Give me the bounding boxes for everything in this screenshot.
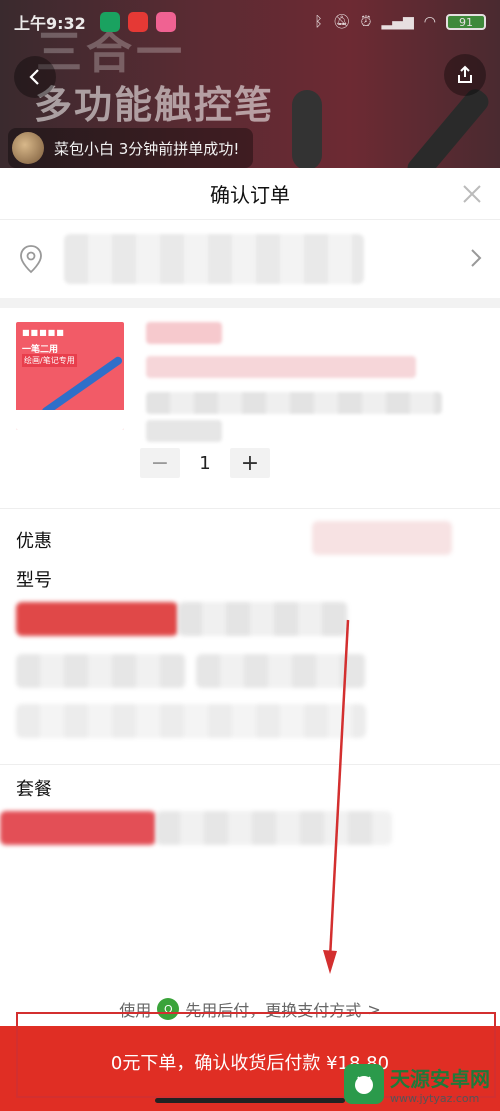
section-divider bbox=[0, 298, 500, 308]
back-button[interactable] bbox=[14, 56, 56, 98]
chevron-right-icon bbox=[471, 249, 482, 267]
battery-icon: 91 bbox=[446, 14, 486, 30]
product-extra-redacted bbox=[146, 420, 222, 442]
quantity-stepper: − 1 + bbox=[140, 448, 270, 478]
status-time: 上午9:32 bbox=[14, 14, 86, 33]
discount-redacted bbox=[312, 521, 452, 555]
notice-text: 菜包小白 3分钟前拼单成功! bbox=[54, 139, 240, 158]
mute-icon: 🔕︎ bbox=[332, 14, 351, 30]
discount-label: 优惠 bbox=[16, 531, 52, 552]
package-label: 套餐 bbox=[16, 779, 52, 800]
model-section: 型号 bbox=[0, 566, 500, 764]
chevron-left-icon bbox=[29, 69, 39, 85]
status-system-icons: ᛒ 🔕︎ ⏰︎ ▂▄▆ ◠ 91 bbox=[314, 14, 486, 30]
discount-row[interactable]: 优惠 bbox=[0, 508, 500, 566]
order-confirm-sheet: 确认订单 ■■■■■ 一笔二用 绘画/笔记专用 − 1 + 优惠 型号 套餐 使… bbox=[0, 168, 500, 1111]
share-button[interactable] bbox=[444, 54, 486, 96]
thumb-caption-2: 绘画/笔记专用 bbox=[22, 354, 77, 367]
product-name-redacted bbox=[146, 356, 416, 378]
model-option[interactable] bbox=[16, 654, 186, 688]
app-notification-icon bbox=[127, 12, 148, 32]
status-bar: 上午9:32 ᛒ 🔕︎ ⏰︎ ▂▄▆ ◠ 91 bbox=[0, 0, 500, 44]
site-watermark: 天源安卓网 www.jytyaz.com bbox=[344, 1063, 490, 1105]
watermark-logo-icon bbox=[344, 1064, 384, 1104]
decrease-button[interactable]: − bbox=[140, 448, 180, 478]
avatar bbox=[12, 132, 44, 164]
annotation-arrow bbox=[323, 619, 350, 974]
product-spec-redacted bbox=[146, 392, 442, 414]
location-pin-icon bbox=[20, 245, 42, 274]
package-option-selected[interactable] bbox=[0, 811, 156, 845]
thumb-footer bbox=[16, 410, 124, 430]
product-page-backdrop: 三合一 多功能触控笔 上午9:32 ᛒ 🔕︎ ⏰︎ ▂▄▆ ◠ 91 菜包小白 … bbox=[0, 0, 500, 168]
group-buy-notice: 菜包小白 3分钟前拼单成功! bbox=[8, 128, 254, 168]
model-option-selected[interactable] bbox=[16, 602, 178, 636]
close-icon[interactable] bbox=[460, 182, 484, 206]
increase-button[interactable]: + bbox=[230, 448, 270, 478]
thumb-brand-logo: ■■■■■ bbox=[22, 328, 65, 337]
stylus-image bbox=[403, 85, 493, 168]
address-selector[interactable] bbox=[0, 220, 500, 298]
model-label: 型号 bbox=[16, 570, 52, 591]
share-icon bbox=[458, 65, 472, 83]
model-option[interactable] bbox=[16, 704, 366, 738]
address-redacted bbox=[64, 234, 364, 284]
watermark-url: www.jytyaz.com bbox=[390, 1092, 480, 1105]
product-summary: ■■■■■ 一笔二用 绘画/笔记专用 − 1 + bbox=[0, 308, 500, 508]
product-thumbnail: ■■■■■ 一笔二用 绘画/笔记专用 bbox=[16, 322, 124, 430]
hero-title-line2: 多功能触控笔 bbox=[34, 83, 275, 127]
product-price-redacted bbox=[146, 322, 222, 344]
home-indicator bbox=[155, 1098, 345, 1103]
app-notification-icon bbox=[99, 12, 120, 32]
sheet-header: 确认订单 bbox=[0, 168, 500, 220]
quantity-value: 1 bbox=[199, 452, 211, 474]
package-section: 套餐 bbox=[0, 764, 500, 914]
app-notification-icon bbox=[155, 12, 176, 32]
watermark-title: 天源安卓网 bbox=[390, 1067, 490, 1091]
page-title: 确认订单 bbox=[210, 183, 290, 207]
bluetooth-icon: ᛒ bbox=[314, 14, 323, 30]
stylus-cap-image bbox=[292, 90, 322, 168]
status-app-icons bbox=[99, 12, 176, 32]
wifi-icon: ◠ bbox=[423, 14, 436, 30]
signal-icon: ▂▄▆ bbox=[381, 14, 414, 30]
package-option[interactable] bbox=[156, 811, 392, 845]
alarm-icon: ⏰︎ bbox=[360, 14, 372, 30]
